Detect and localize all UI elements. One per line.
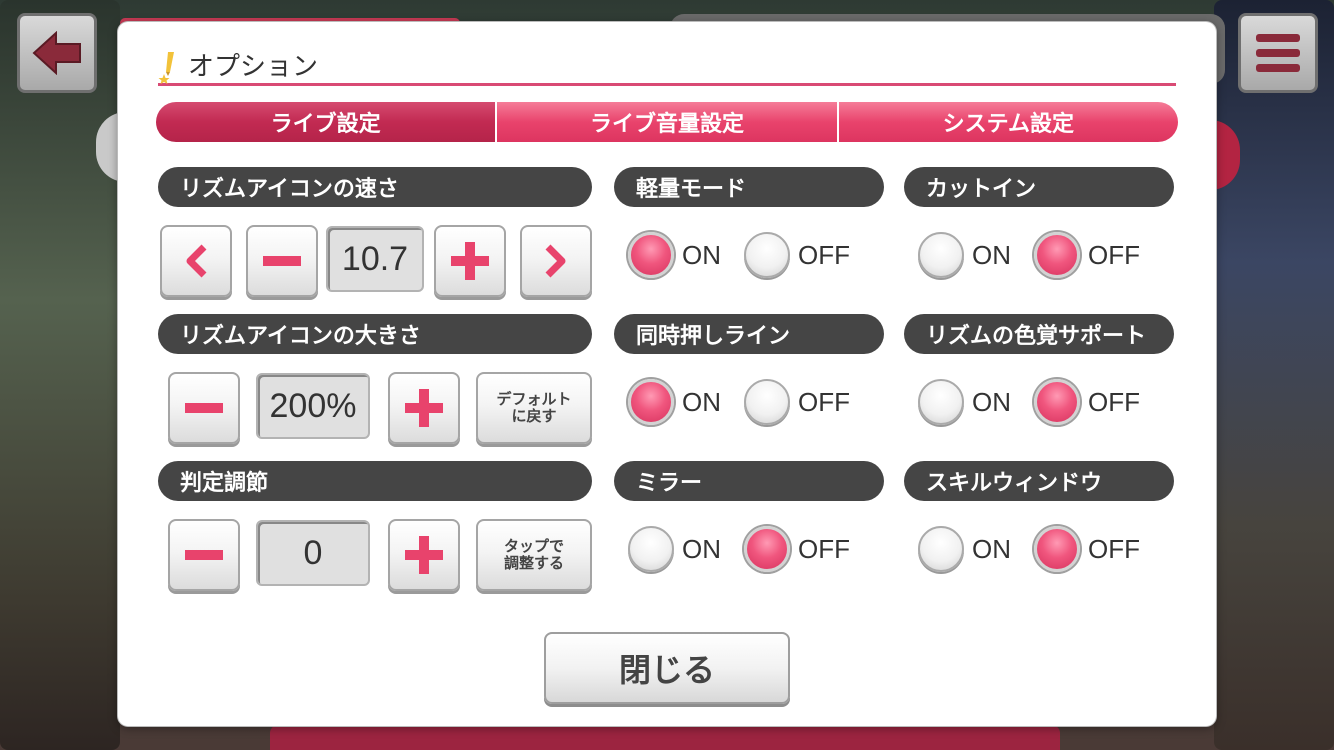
- radio-circle-icon: [628, 379, 674, 425]
- tap-adjust-label-line1: タップで: [503, 537, 564, 555]
- hamburger-menu-icon: [1256, 34, 1300, 72]
- dialog-header: オプション: [158, 46, 1176, 86]
- radio-circle-icon: [1034, 526, 1080, 572]
- simultaneous-line-on-radio[interactable]: ON: [628, 379, 721, 425]
- settings-tabs: ライブ設定 ライブ音量設定 システム設定: [156, 102, 1178, 142]
- tap-adjust-label-line2: 調整する: [503, 554, 564, 572]
- menu-button[interactable]: [1238, 13, 1318, 93]
- radio-label: ON: [682, 386, 721, 417]
- radio-circle-icon: [1034, 232, 1080, 278]
- mirror-on-radio[interactable]: ON: [628, 526, 721, 572]
- color-support-on-radio[interactable]: ON: [918, 379, 1011, 425]
- skill-window-on-radio[interactable]: ON: [918, 526, 1011, 572]
- radio-label: ON: [972, 386, 1011, 417]
- close-button[interactable]: 閉じる: [544, 632, 790, 704]
- cut-in-header: カットイン: [904, 167, 1174, 207]
- rhythm-size-header: リズムアイコンの大きさ: [158, 314, 592, 354]
- radio-circle-icon: [628, 232, 674, 278]
- minus-icon: [185, 550, 223, 560]
- radio-label: OFF: [1088, 386, 1140, 417]
- radio-label: ON: [972, 239, 1011, 270]
- skill-window-header: スキルウィンドウ: [904, 461, 1174, 501]
- reset-default-button[interactable]: デフォルト に戻す: [476, 372, 592, 444]
- rhythm-speed-header: リズムアイコンの速さ: [158, 167, 592, 207]
- plus-icon: [405, 536, 443, 574]
- tab-live-volume-settings[interactable]: ライブ音量設定: [495, 102, 837, 142]
- speed-increase-large-button[interactable]: [520, 225, 592, 297]
- minus-icon: [185, 403, 223, 413]
- radio-label: OFF: [1088, 533, 1140, 564]
- radio-circle-icon: [628, 526, 674, 572]
- speed-decrease-button[interactable]: [246, 225, 318, 297]
- options-dialog: オプション ライブ設定 ライブ音量設定 システム設定 リズムアイコンの速さ 10…: [118, 22, 1216, 726]
- radio-circle-icon: [744, 379, 790, 425]
- radio-circle-icon: [744, 232, 790, 278]
- size-value: 200%: [256, 373, 370, 439]
- back-arrow-icon: [32, 31, 81, 75]
- radio-circle-icon: [918, 379, 964, 425]
- pencil-star-icon: [158, 52, 174, 84]
- dialog-title: オプション: [188, 52, 319, 82]
- skill-window-off-radio[interactable]: OFF: [1034, 526, 1140, 572]
- cut-in-on-radio[interactable]: ON: [918, 232, 1011, 278]
- background-scenery-left: [0, 0, 120, 750]
- tab-system-settings[interactable]: システム設定: [836, 102, 1178, 142]
- radio-label: ON: [682, 533, 721, 564]
- background-bottom-bar: [270, 725, 1060, 750]
- plus-icon: [451, 242, 489, 280]
- timing-value: 0: [256, 520, 370, 586]
- cut-in-off-radio[interactable]: OFF: [1034, 232, 1140, 278]
- timing-header: 判定調節: [158, 461, 592, 501]
- tab-live-settings[interactable]: ライブ設定: [156, 102, 496, 142]
- color-support-header: リズムの色覚サポート: [904, 314, 1174, 354]
- radio-label: ON: [972, 533, 1011, 564]
- speed-value: 10.7: [326, 226, 424, 292]
- radio-circle-icon: [744, 526, 790, 572]
- minus-icon: [263, 256, 301, 266]
- size-increase-button[interactable]: [388, 372, 460, 444]
- back-button[interactable]: [17, 13, 97, 93]
- radio-label: ON: [682, 239, 721, 270]
- radio-circle-icon: [918, 232, 964, 278]
- reset-default-label-line1: デフォルト: [496, 390, 572, 408]
- tap-adjust-button[interactable]: タップで 調整する: [476, 519, 592, 591]
- chevron-right-icon: [545, 244, 566, 278]
- lightweight-mode-off-radio[interactable]: OFF: [744, 232, 850, 278]
- chevron-left-icon: [186, 244, 207, 278]
- speed-increase-button[interactable]: [434, 225, 506, 297]
- timing-decrease-button[interactable]: [168, 519, 240, 591]
- reset-default-label-line2: に戻す: [511, 407, 557, 425]
- color-support-off-radio[interactable]: OFF: [1034, 379, 1140, 425]
- mirror-off-radio[interactable]: OFF: [744, 526, 850, 572]
- radio-label: OFF: [798, 386, 850, 417]
- mirror-header: ミラー: [614, 461, 884, 501]
- radio-label: OFF: [1088, 239, 1140, 270]
- lightweight-mode-on-radio[interactable]: ON: [628, 232, 721, 278]
- simultaneous-line-off-radio[interactable]: OFF: [744, 379, 850, 425]
- radio-label: OFF: [798, 533, 850, 564]
- lightweight-mode-header: 軽量モード: [614, 167, 884, 207]
- timing-increase-button[interactable]: [388, 519, 460, 591]
- radio-label: OFF: [798, 239, 850, 270]
- radio-circle-icon: [918, 526, 964, 572]
- radio-circle-icon: [1034, 379, 1080, 425]
- speed-decrease-large-button[interactable]: [160, 225, 232, 297]
- size-decrease-button[interactable]: [168, 372, 240, 444]
- simultaneous-line-header: 同時押しライン: [614, 314, 884, 354]
- background-scenery-right: [1214, 0, 1334, 750]
- plus-icon: [405, 389, 443, 427]
